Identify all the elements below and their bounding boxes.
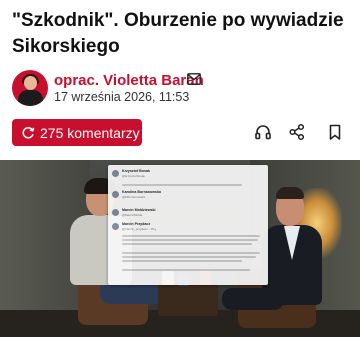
action-row: 275 komentarzy [12,119,348,147]
comments-icon [22,126,35,138]
bookmark-icon[interactable] [326,123,346,143]
headphones-icon[interactable] [254,123,274,143]
publish-date: 17 września 2026, 11:53 [54,90,190,104]
share-icon[interactable] [288,123,308,143]
comments-button[interactable]: 275 komentarzy [12,119,142,146]
author-row: oprac. Violetta Baran 17 września 2026, … [12,70,348,108]
tweet-screenshot-overlay: Krzysztof Bosak @krzysztofbosak Karolina… [108,165,268,285]
author-avatar[interactable] [12,70,48,106]
article-title: "Szkodnik". Oburzenie po wywiadzie Sikor… [12,10,344,57]
comments-label: 275 komentarzy [40,124,140,141]
mail-icon[interactable] [187,73,201,85]
author-name-link[interactable]: oprac. Violetta Baran [54,72,204,89]
